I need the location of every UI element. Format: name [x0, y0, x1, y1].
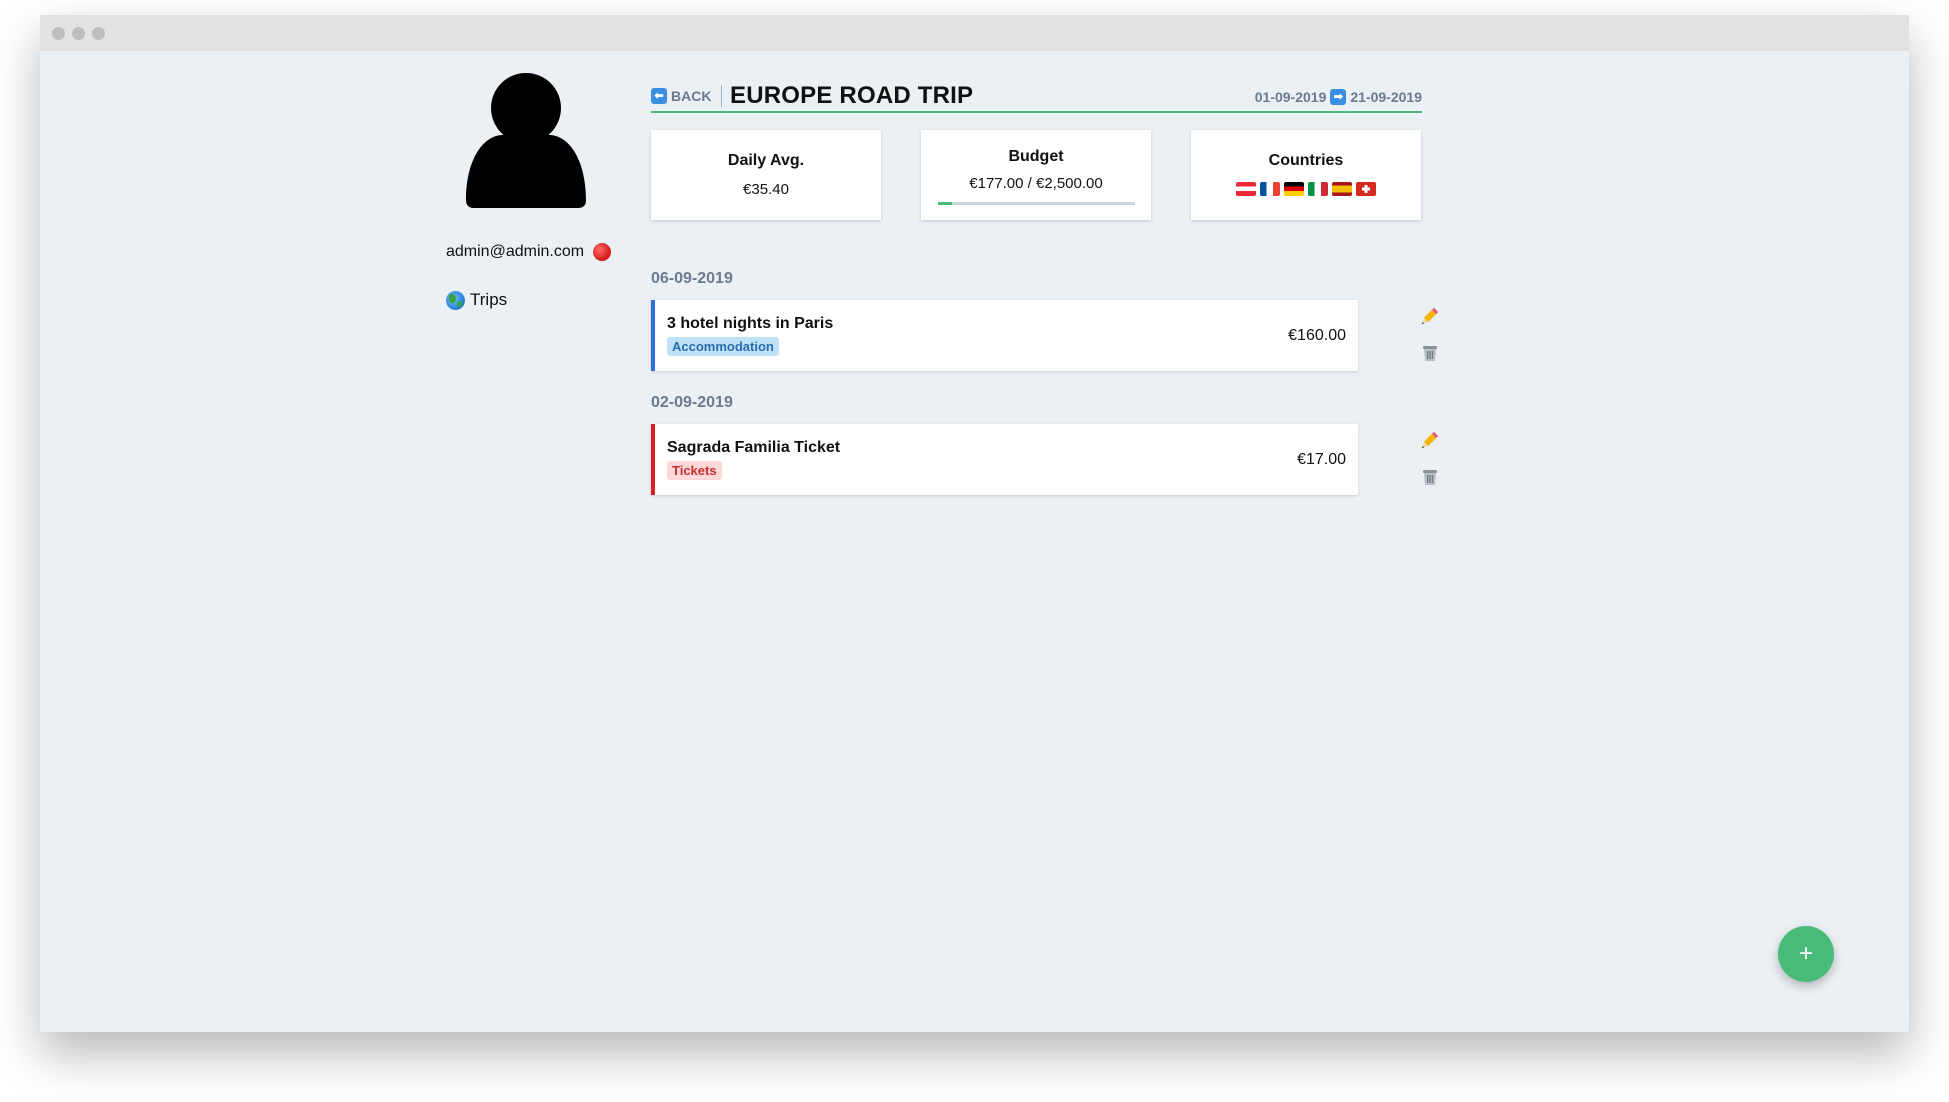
flag-switzerland-icon	[1356, 182, 1376, 196]
daily-avg-card: Daily Avg. €35.40	[651, 130, 881, 220]
window-maximize-dot[interactable]	[92, 27, 105, 40]
countries-label: Countries	[1268, 152, 1344, 169]
end-date: 21-09-2019	[1350, 89, 1422, 105]
trip-header: ⬅ BACK EUROPE ROAD TRIP 01-09-2019 ➡ 21-…	[651, 71, 1422, 113]
expense-date-heading: 02-09-2019	[651, 394, 733, 411]
back-button[interactable]: ⬅ BACK	[651, 88, 711, 104]
sidebar-item-trips[interactable]: Trips	[446, 290, 507, 310]
countries-card: Countries	[1191, 130, 1421, 220]
user-info: admin@admin.com	[446, 243, 612, 261]
expense-amount: €17.00	[1297, 451, 1346, 468]
expense-name: Sagrada Familia Ticket	[667, 439, 841, 456]
avatar-icon	[466, 73, 586, 208]
flag-austria-icon	[1236, 182, 1256, 196]
expense-name: 3 hotel nights in Paris	[667, 315, 834, 332]
header-divider	[721, 85, 722, 107]
flag-germany-icon	[1284, 182, 1304, 196]
budget-label: Budget	[1008, 148, 1064, 165]
flag-france-icon	[1260, 182, 1280, 196]
window-titlebar	[40, 15, 1909, 51]
window-minimize-dot[interactable]	[72, 27, 85, 40]
budget-card: Budget €177.00 / €2,500.00	[921, 130, 1151, 220]
right-arrow-icon: ➡	[1330, 89, 1347, 105]
expense-amount: €160.00	[1288, 327, 1346, 344]
pencil-icon[interactable]	[1419, 431, 1439, 451]
category-badge: Tickets	[667, 461, 722, 480]
category-badge: Accommodation	[667, 337, 779, 356]
budget-value: €177.00 / €2,500.00	[969, 175, 1103, 192]
daily-avg-label: Daily Avg.	[727, 152, 805, 169]
add-expense-button[interactable]: +	[1778, 926, 1834, 982]
sidebar-item-label: Trips	[470, 290, 508, 309]
page-title: EUROPE ROAD TRIP	[730, 82, 974, 109]
country-flags	[1191, 182, 1421, 196]
user-email: admin@admin.com	[446, 243, 585, 260]
budget-progress-fill	[938, 202, 952, 205]
back-label: BACK	[671, 88, 712, 104]
status-dot-icon	[593, 243, 612, 261]
trip-date-range: 01-09-2019 ➡ 21-09-2019	[1255, 89, 1422, 105]
pencil-icon[interactable]	[1419, 307, 1439, 327]
trash-icon[interactable]	[1420, 467, 1440, 487]
expense-row[interactable]: 3 hotel nights in Paris Accommodation €1…	[651, 300, 1358, 371]
expense-row[interactable]: Sagrada Familia Ticket Tickets €17.00	[651, 424, 1358, 495]
flag-spain-icon	[1332, 182, 1352, 196]
flag-italy-icon	[1308, 182, 1328, 196]
budget-progress-bar	[938, 202, 1135, 205]
globe-icon	[446, 290, 465, 310]
window-close-dot[interactable]	[52, 27, 65, 40]
back-arrow-icon: ⬅	[651, 88, 667, 104]
expense-date-heading: 06-09-2019	[651, 270, 733, 287]
daily-avg-value: €35.40	[743, 181, 789, 198]
start-date: 01-09-2019	[1254, 89, 1327, 105]
trash-icon[interactable]	[1420, 343, 1440, 363]
